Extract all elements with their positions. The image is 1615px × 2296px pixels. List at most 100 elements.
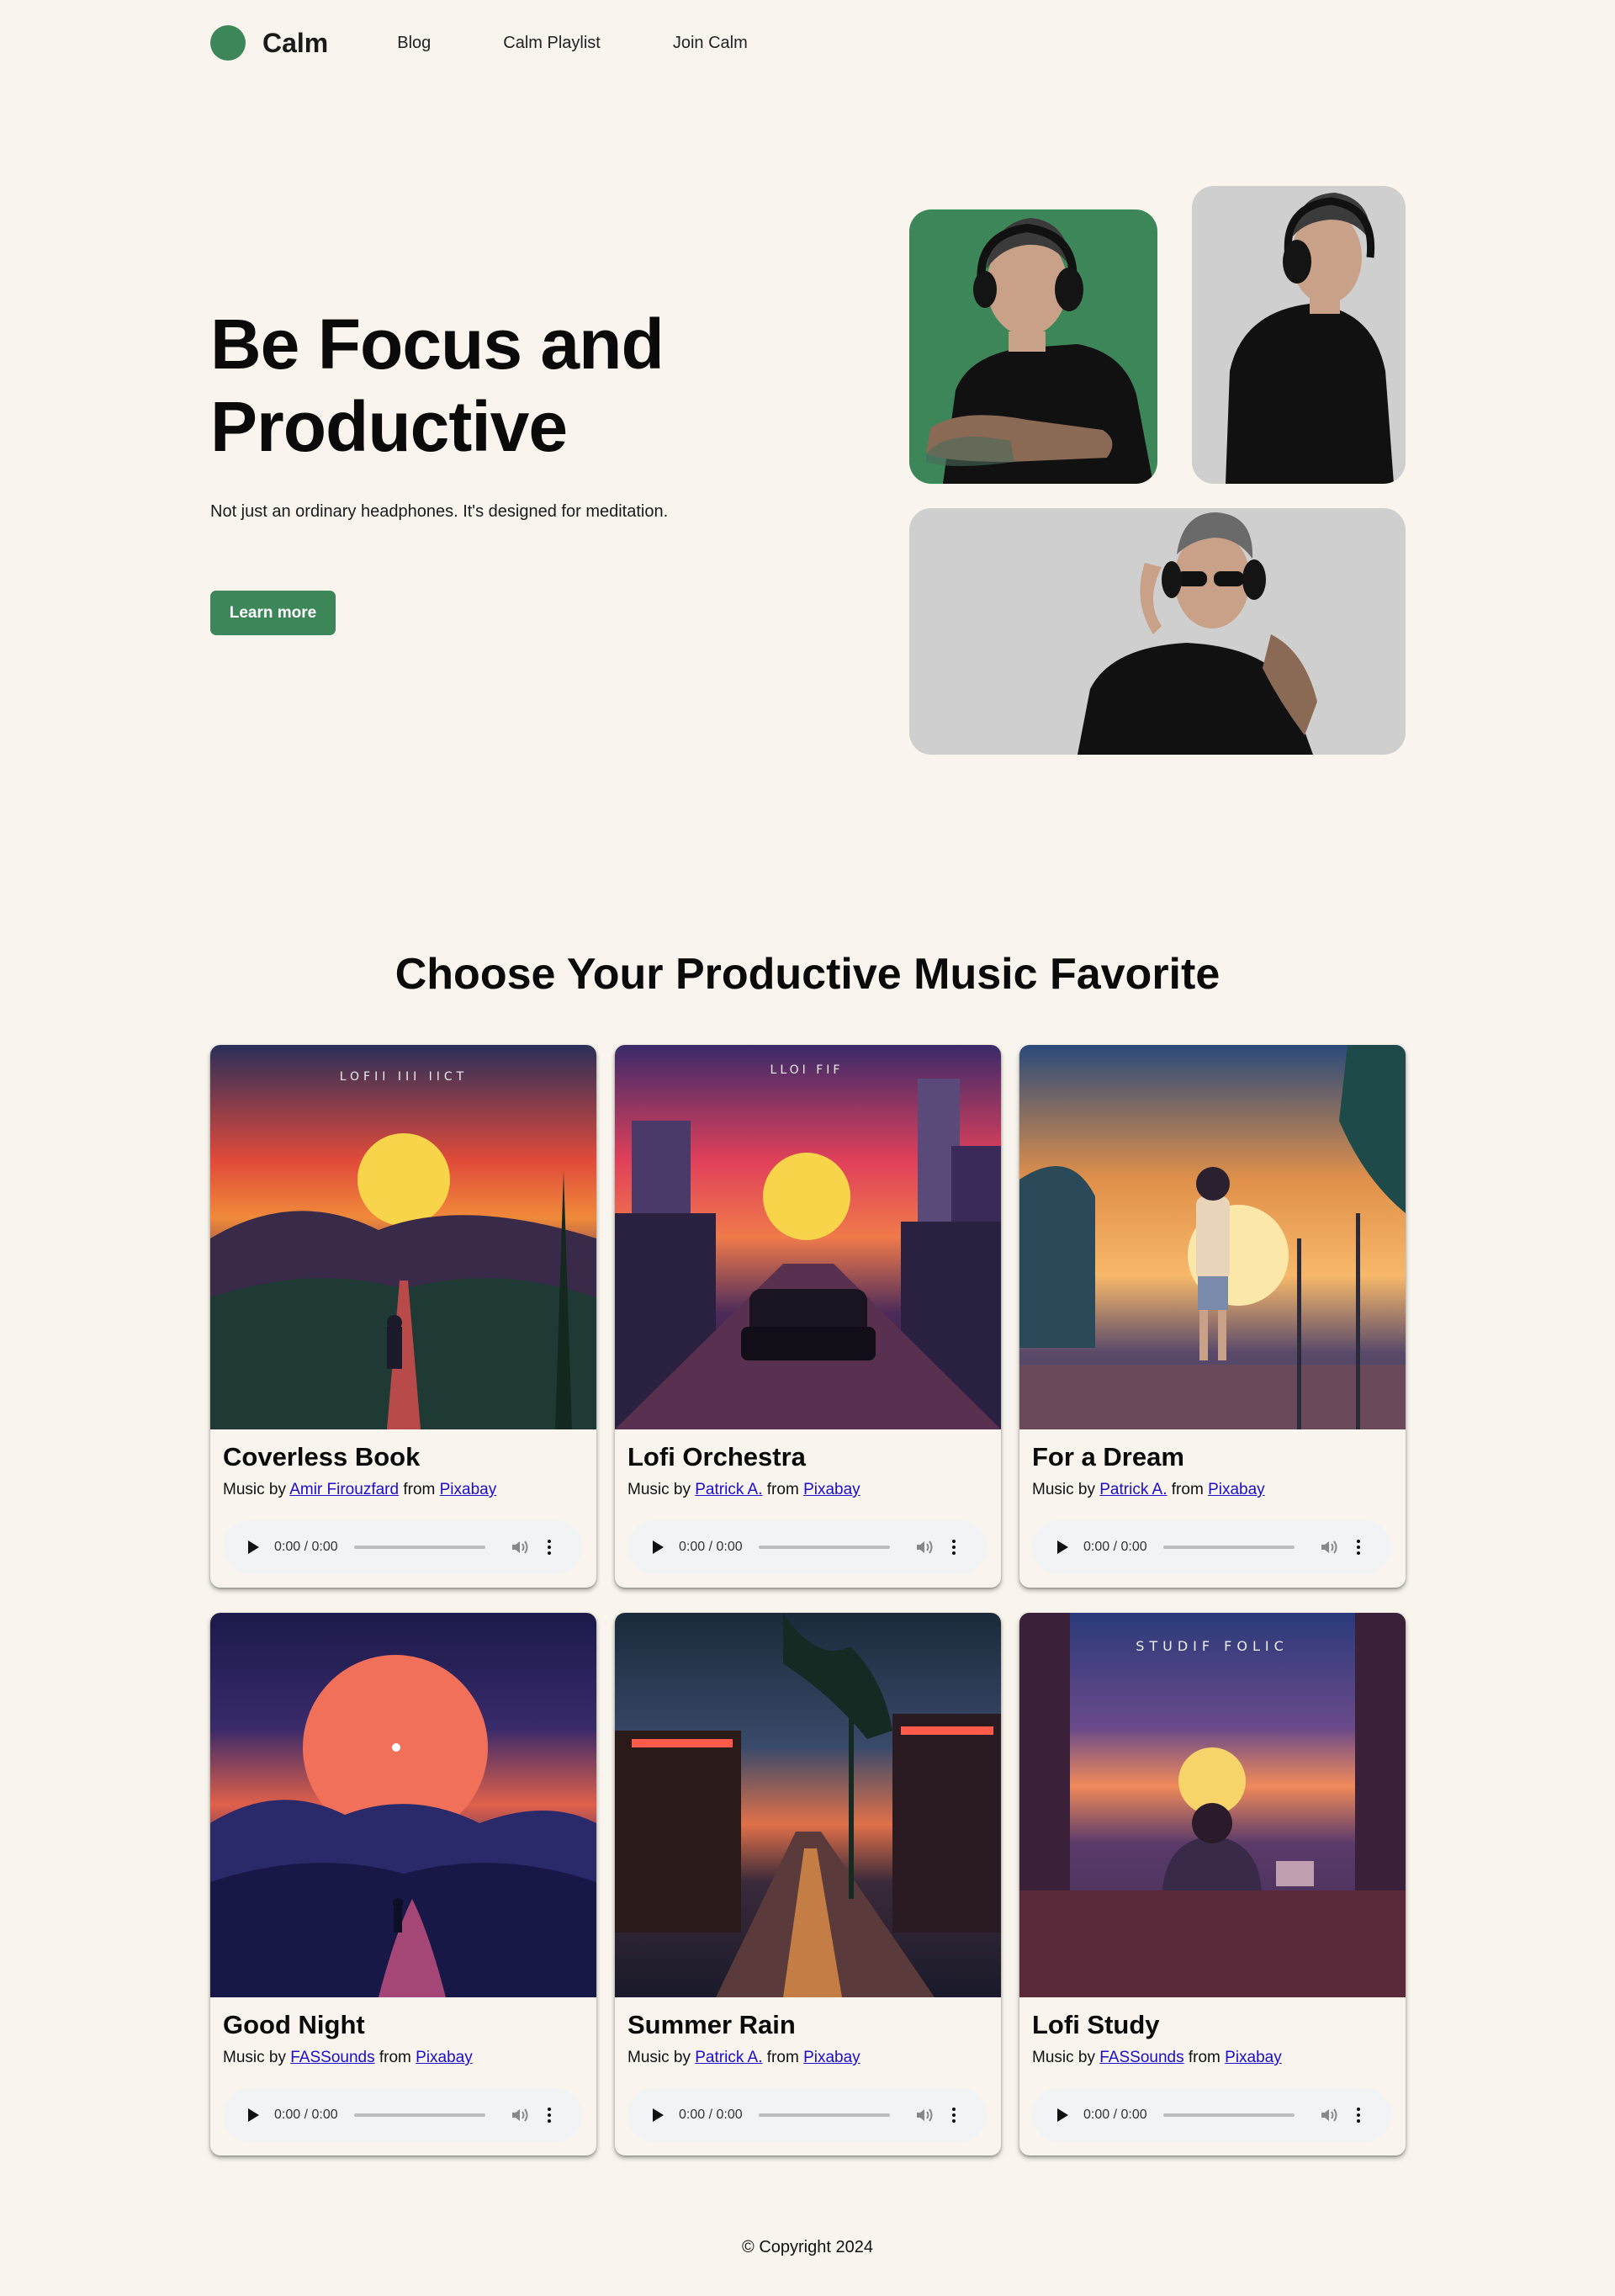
nav-link-blog[interactable]: Blog	[397, 34, 431, 53]
album-art: STUDIF FOLIC	[1019, 1613, 1406, 1997]
track-credit: Music by Patrick A. from Pixabay	[627, 1481, 860, 1499]
source-link[interactable]: Pixabay	[803, 2049, 860, 2066]
album-art-text: STUDIF FOLIC	[1136, 1638, 1289, 1654]
artist-link[interactable]: Patrick A.	[1099, 1481, 1167, 1498]
logo-icon[interactable]	[210, 25, 246, 61]
credit-prefix: Music by	[1032, 2049, 1095, 2066]
top-nav: Calm Blog Calm Playlist Join Calm	[210, 22, 820, 64]
credit-prefix: Music by	[223, 2049, 286, 2066]
more-options-icon[interactable]	[547, 1540, 551, 1555]
more-options-icon[interactable]	[951, 2108, 956, 2123]
track-credit: Music by FASSounds from Pixabay	[1032, 2049, 1282, 2067]
artist-link[interactable]: FASSounds	[1099, 2049, 1183, 2066]
more-options-icon[interactable]	[1356, 2108, 1360, 2123]
progress-track[interactable]	[758, 2113, 890, 2117]
track-credit: Music by Amir Firouzfard from Pixabay	[223, 1481, 496, 1499]
nav-link-calm-playlist[interactable]: Calm Playlist	[503, 34, 601, 53]
track-title: For a Dream	[1032, 1442, 1184, 1471]
album-art: LOFII III IICT	[210, 1045, 596, 1429]
track-title: Good Night	[223, 2010, 365, 2039]
credit-prefix: Music by	[627, 2049, 691, 2066]
play-icon[interactable]	[1057, 1540, 1068, 1554]
source-link[interactable]: Pixabay	[1225, 2049, 1282, 2066]
section-title: Choose Your Productive Music Favorite	[394, 950, 1221, 999]
more-options-icon[interactable]	[951, 1540, 956, 1555]
music-card: STUDIF FOLIC Lofi Study Music by FASSoun…	[1019, 1613, 1406, 2155]
play-icon[interactable]	[653, 2108, 664, 2122]
track-title: Summer Rain	[627, 2010, 796, 2039]
progress-track[interactable]	[353, 2113, 485, 2117]
track-credit: Music by Patrick A. from Pixabay	[627, 2049, 860, 2067]
volume-icon[interactable]	[915, 1539, 934, 1556]
hero-subtitle: Not just an ordinary headphones. It's de…	[210, 502, 669, 521]
track-title: Coverless Book	[223, 1442, 421, 1471]
credit-from: from	[766, 2049, 799, 2066]
album-art: LLOI FIF	[615, 1045, 1001, 1429]
nav-links: Blog Calm Playlist Join Calm	[397, 34, 820, 53]
album-art	[210, 1613, 596, 1997]
music-card: Good Night Music by FASSounds from Pixab…	[210, 1613, 596, 2155]
audio-player: 0:00 / 0:00	[627, 2088, 987, 2142]
audio-player: 0:00 / 0:00	[1032, 1520, 1391, 1574]
footer-copyright: © Copyright 2024	[742, 2238, 873, 2256]
time-display: 0:00 / 0:00	[679, 1540, 743, 1554]
audio-player: 0:00 / 0:00	[223, 2088, 582, 2142]
volume-icon[interactable]	[511, 1539, 529, 1556]
hero-photo-arms-crossed	[909, 209, 1157, 484]
play-icon[interactable]	[653, 1540, 664, 1554]
album-art	[615, 1613, 1001, 1997]
learn-more-button[interactable]: Learn more	[210, 591, 336, 635]
progress-track[interactable]	[758, 1546, 890, 1549]
volume-icon[interactable]	[1320, 2107, 1338, 2124]
credit-from: from	[379, 2049, 411, 2066]
album-art-text: LOFII III IICT	[340, 1070, 469, 1084]
credit-from: from	[766, 1481, 799, 1498]
source-link[interactable]: Pixabay	[1208, 1481, 1265, 1498]
track-title: Lofi Orchestra	[627, 1442, 806, 1471]
source-link[interactable]: Pixabay	[803, 1481, 860, 1498]
credit-from: from	[1188, 2049, 1221, 2066]
hero-title: Be Focus and Productive	[210, 305, 665, 466]
time-display: 0:00 / 0:00	[1083, 1540, 1147, 1554]
volume-icon[interactable]	[511, 2107, 529, 2124]
source-link[interactable]: Pixabay	[416, 2049, 473, 2066]
track-title: Lofi Study	[1032, 2010, 1160, 2039]
audio-player: 0:00 / 0:00	[223, 1520, 582, 1574]
progress-track[interactable]	[1162, 1546, 1295, 1549]
time-display: 0:00 / 0:00	[274, 2108, 338, 2122]
hero-photo-headphones-sunglasses	[909, 508, 1406, 755]
artist-link[interactable]: FASSounds	[290, 2049, 374, 2066]
artist-link[interactable]: Patrick A.	[695, 1481, 762, 1498]
credit-from: from	[403, 1481, 436, 1498]
track-credit: Music by FASSounds from Pixabay	[223, 2049, 473, 2067]
time-display: 0:00 / 0:00	[1083, 2108, 1147, 2122]
more-options-icon[interactable]	[547, 2108, 551, 2123]
progress-track[interactable]	[353, 1546, 485, 1549]
credit-prefix: Music by	[627, 1481, 691, 1498]
volume-icon[interactable]	[915, 2107, 934, 2124]
source-link[interactable]: Pixabay	[440, 1481, 497, 1498]
brand-name[interactable]: Calm	[262, 28, 328, 59]
credit-prefix: Music by	[223, 1481, 286, 1498]
music-card: LOFII III IICT Coverless Book Music by A…	[210, 1045, 596, 1588]
play-icon[interactable]	[248, 2108, 259, 2122]
artist-link[interactable]: Patrick A.	[695, 2049, 762, 2066]
time-display: 0:00 / 0:00	[274, 1540, 338, 1554]
hero-photo-side	[1192, 186, 1406, 484]
track-credit: Music by Patrick A. from Pixabay	[1032, 1481, 1265, 1499]
progress-track[interactable]	[1162, 2113, 1295, 2117]
play-icon[interactable]	[1057, 2108, 1068, 2122]
volume-icon[interactable]	[1320, 1539, 1338, 1556]
music-card: For a Dream Music by Patrick A. from Pix…	[1019, 1045, 1406, 1588]
music-card: Summer Rain Music by Patrick A. from Pix…	[615, 1613, 1001, 2155]
credit-prefix: Music by	[1032, 1481, 1095, 1498]
audio-player: 0:00 / 0:00	[1032, 2088, 1391, 2142]
nav-link-join-calm[interactable]: Join Calm	[673, 34, 748, 53]
time-display: 0:00 / 0:00	[679, 2108, 743, 2122]
album-art	[1019, 1045, 1406, 1429]
music-card: LLOI FIF Lofi Orchestra Music by Patrick…	[615, 1045, 1001, 1588]
artist-link[interactable]: Amir Firouzfard	[289, 1481, 399, 1498]
more-options-icon[interactable]	[1356, 1540, 1360, 1555]
credit-from: from	[1171, 1481, 1204, 1498]
play-icon[interactable]	[248, 1540, 259, 1554]
